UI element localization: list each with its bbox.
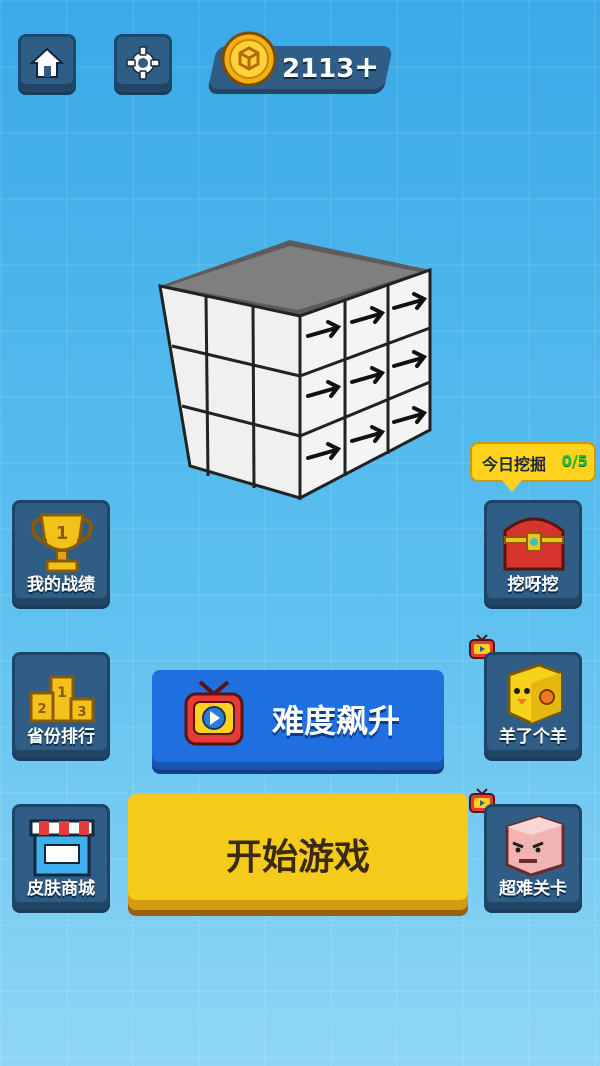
gear-icon <box>126 46 160 80</box>
svg-text:1: 1 <box>57 685 67 701</box>
yellow-cube-face-icon <box>507 663 563 725</box>
difficulty-up-button[interactable]: 难度飙升 <box>152 670 444 770</box>
coin-count: 2113 <box>282 54 355 84</box>
super-hard-level-label: 超难关卡 <box>499 879 567 899</box>
skin-shop-button[interactable]: 皮肤商城 <box>12 804 110 910</box>
daily-dig-bubble: 今日挖掘 0/5 <box>470 442 596 492</box>
svg-text:3: 3 <box>77 705 86 720</box>
province-ranking-label: 省份排行 <box>27 727 95 747</box>
home-icon <box>29 47 65 78</box>
angry-cube-face-icon <box>505 815 565 877</box>
daily-dig-label: 今日挖掘 <box>482 455 547 474</box>
svg-text:2: 2 <box>37 702 46 717</box>
skin-shop-label: 皮肤商城 <box>27 879 95 899</box>
gold-coin-icon <box>221 31 277 87</box>
province-ranking-button[interactable]: 1 2 3 省份排行 <box>12 652 110 758</box>
sheep-level-label: 羊了个羊 <box>499 727 567 747</box>
difficulty-up-label: 难度飙升 <box>272 702 401 740</box>
home-button[interactable] <box>18 34 76 92</box>
arrow-cube-icon <box>158 240 432 501</box>
treasure-chest-icon <box>503 517 565 571</box>
my-stats-button[interactable]: 1 我的战绩 <box>12 500 110 606</box>
sheep-level-button[interactable]: 羊了个羊 <box>484 652 582 758</box>
add-coins-button[interactable]: + <box>354 50 379 85</box>
dig-button[interactable]: 挖呀挖 <box>484 500 582 606</box>
start-game-label: 开始游戏 <box>225 837 370 878</box>
my-stats-label: 我的战绩 <box>27 575 95 595</box>
dig-label: 挖呀挖 <box>507 575 559 595</box>
podium-icon: 1 2 3 <box>29 675 95 723</box>
super-hard-level-button[interactable]: 超难关卡 <box>484 804 582 910</box>
settings-button[interactable] <box>114 34 172 92</box>
trophy-icon: 1 <box>31 513 93 573</box>
tv-video-icon <box>184 680 244 746</box>
shop-icon <box>29 819 95 877</box>
daily-dig-count: 0/5 <box>561 452 588 470</box>
start-game-button[interactable]: 开始游戏 <box>128 794 468 910</box>
svg-text:1: 1 <box>56 523 69 544</box>
